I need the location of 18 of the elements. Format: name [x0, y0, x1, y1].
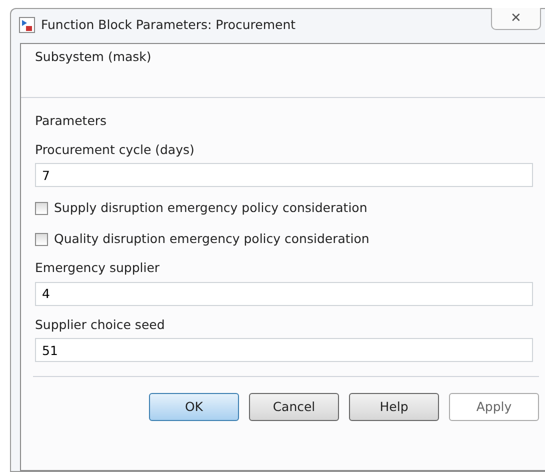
app-icon — [19, 17, 35, 33]
field-label: Procurement cycle (days) — [34, 140, 196, 159]
window-title: Function Block Parameters: Procurement — [41, 16, 296, 34]
field-label: Supplier choice seed — [34, 316, 166, 334]
close-button[interactable]: ✕ — [491, 8, 541, 30]
dialog-button[interactable]: Help — [349, 393, 439, 422]
input-field[interactable]: 4 — [35, 282, 533, 306]
section-heading: Parameters — [34, 112, 108, 130]
checkbox-label: Supply disruption emergency policy consideration — [54, 199, 368, 218]
dialog-button[interactable]: OK — [149, 393, 239, 422]
input-field[interactable]: 51 — [35, 338, 533, 362]
checkbox-label: Quality disruption emergency policy consideration — [54, 230, 370, 248]
checkbox[interactable] — [35, 232, 48, 246]
dialog-button[interactable]: Cancel — [249, 393, 339, 422]
section-heading: Subsystem (mask) — [34, 48, 152, 66]
field-label: Emergency supplier — [34, 258, 161, 277]
checkbox[interactable] — [35, 202, 48, 216]
input-field[interactable]: 7 — [35, 163, 533, 188]
